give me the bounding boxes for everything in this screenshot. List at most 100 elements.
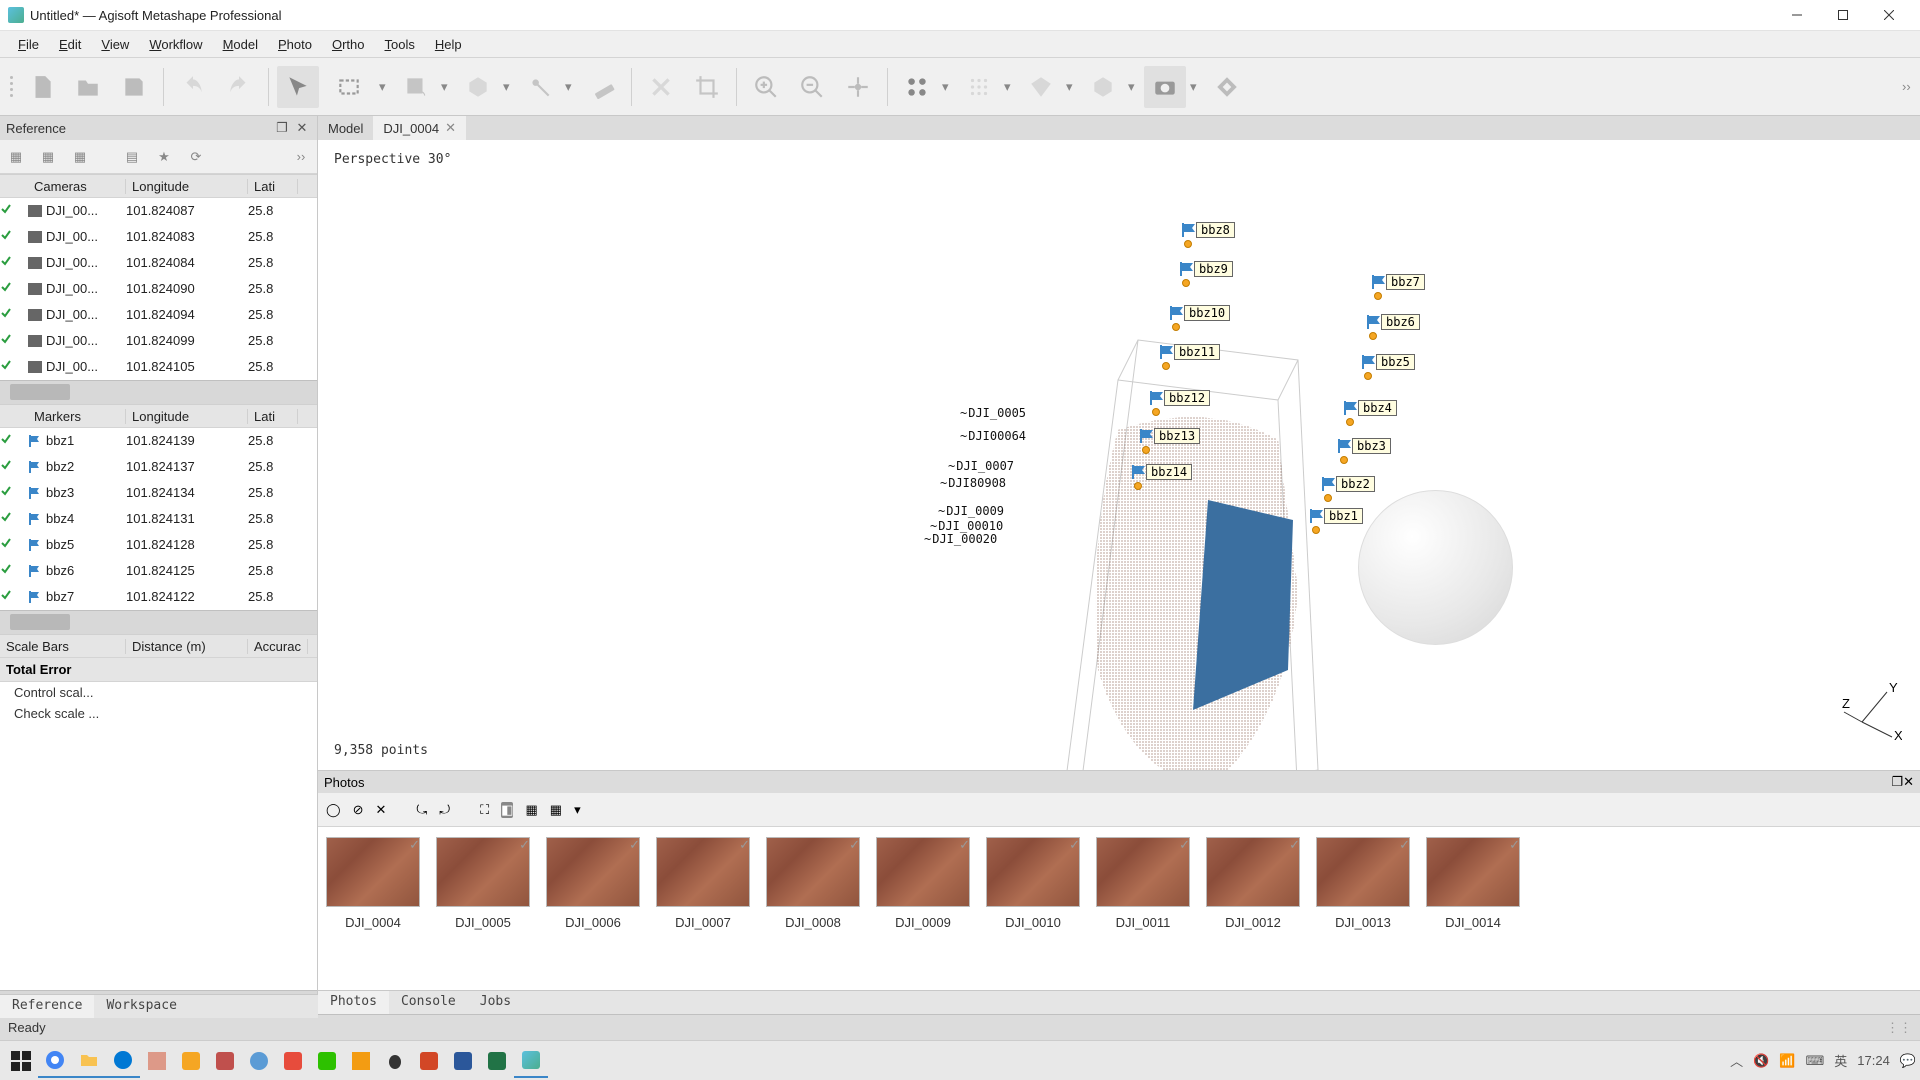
zoom-out-button[interactable] [791,66,833,108]
texture-view-button[interactable] [1082,66,1124,108]
col-latitude[interactable]: Lati [248,179,298,194]
viewport-marker[interactable]: bbz10 [1168,305,1230,321]
settings-ref-icon[interactable]: ▤ [122,147,142,167]
taskbar-app2-icon[interactable] [174,1044,208,1078]
open-file-button[interactable] [67,66,109,108]
taskbar-explorer-icon[interactable] [72,1044,106,1078]
marker-row[interactable]: bbz7101.82412225.8 [0,584,317,610]
photos-undock-icon[interactable]: ❐ [1891,774,1903,790]
rotate-left-icon[interactable]: ⤿ [416,802,427,818]
ruler-button[interactable] [519,66,561,108]
photo-thumb[interactable]: ✓DJI_0008 [766,837,860,930]
texture-drop[interactable]: ▾ [1128,79,1140,95]
pointcloud-view-button[interactable] [896,66,938,108]
tray-clock[interactable]: 17:24 [1857,1053,1890,1068]
photos-close-icon[interactable]: ✕ [1903,774,1914,790]
camera-row[interactable]: DJI_00...101.82410525.8 [0,354,317,380]
viewport-3d[interactable]: Perspective 30° 9,358 points XYZ [318,140,1920,770]
pointcloud-drop[interactable]: ▾ [942,79,954,95]
camera-row[interactable]: DJI_00...101.82408725.8 [0,198,317,224]
marker-row[interactable]: bbz4101.82413125.8 [0,506,317,532]
tray-wifi-icon[interactable]: 📶 [1779,1053,1795,1069]
taskbar-qq-icon[interactable] [378,1044,412,1078]
tray-ime[interactable]: 英 [1834,1051,1847,1070]
move-region-button[interactable] [395,66,437,108]
btab-reference[interactable]: Reference [0,995,94,1018]
menu-workflow[interactable]: Workflow [139,33,212,56]
control-scale-row[interactable]: Control scal... [0,682,317,703]
cameras-hscroll[interactable] [0,380,317,404]
camera-row[interactable]: DJI_00...101.82408325.8 [0,224,317,250]
undo-button[interactable] [172,66,214,108]
taskbar-app3-icon[interactable] [208,1044,242,1078]
photo-thumb[interactable]: ✓DJI_0005 [436,837,530,930]
photo-thumb[interactable]: ✓DJI_0010 [986,837,1080,930]
rect-select-drop[interactable]: ▾ [379,79,391,95]
menu-edit[interactable]: Edit [49,33,91,56]
rect-select-button[interactable] [323,66,375,108]
tray-keyboard-icon[interactable]: ⌨ [1805,1053,1824,1069]
new-file-button[interactable] [21,66,63,108]
thumb-size-icon[interactable]: ▦ [550,802,562,818]
taskbar-word-icon[interactable] [446,1044,480,1078]
tray-volume-icon[interactable]: 🔇 [1753,1053,1769,1069]
taskbar-app5-icon[interactable] [276,1044,310,1078]
toolbar-grip[interactable] [6,76,17,97]
crop-button[interactable] [686,66,728,108]
taskbar-app4-icon[interactable] [242,1044,276,1078]
viewport-marker[interactable]: bbz12 [1148,390,1210,406]
btab-workspace[interactable]: Workspace [94,995,188,1018]
disable-photo-icon[interactable]: ⊘ [353,802,364,818]
enable-photo-icon[interactable]: ◯ [326,802,341,818]
photo-thumb[interactable]: ✓DJI_0007 [656,837,750,930]
photo-thumb[interactable]: ✓DJI_0009 [876,837,970,930]
camera-row[interactable]: DJI_00...101.82409925.8 [0,328,317,354]
markers-hscroll[interactable] [0,610,317,634]
viewport-marker[interactable]: bbz4 [1342,400,1397,416]
col-scalebars[interactable]: Scale Bars [0,639,126,654]
taskbar-chrome-icon[interactable] [38,1044,72,1078]
menu-view[interactable]: View [91,33,139,56]
taskbar-app6-icon[interactable] [344,1044,378,1078]
cameras-view-button[interactable] [1144,66,1186,108]
viewport-marker[interactable]: bbz1 [1308,508,1363,524]
measure-button[interactable] [581,66,623,108]
viewport-marker[interactable]: bbz7 [1370,274,1425,290]
photo-thumb[interactable]: ✓DJI_0004 [326,837,420,930]
mesh-view-button[interactable] [1020,66,1062,108]
menu-ortho[interactable]: Ortho [322,33,375,56]
taskbar-metashape-icon[interactable] [514,1044,548,1078]
btab-console[interactable]: Console [389,991,468,1014]
toolbar-overflow[interactable]: ›› [1902,79,1914,94]
ruler-drop[interactable]: ▾ [565,79,577,95]
dense-drop[interactable]: ▾ [1004,79,1016,95]
viewport-marker[interactable]: bbz6 [1365,314,1420,330]
panel-undock-icon[interactable]: ❐ [273,119,291,137]
check-scale-row[interactable]: Check scale ... [0,703,317,724]
ref-overflow-icon[interactable]: ›› [291,147,311,167]
export-ref-icon[interactable]: ▦ [38,147,58,167]
marker-row[interactable]: bbz1101.82413925.8 [0,428,317,454]
btab-jobs[interactable]: Jobs [468,991,523,1014]
taskbar-ppt-icon[interactable] [412,1044,446,1078]
refresh-ref-icon[interactable]: ⟳ [186,147,206,167]
photo-thumb[interactable]: ✓DJI_0014 [1426,837,1520,930]
menu-tools[interactable]: Tools [375,33,425,56]
menu-model[interactable]: Model [213,33,268,56]
camera-row[interactable]: DJI_00...101.82408425.8 [0,250,317,276]
col-markers-lat[interactable]: Lati [248,409,298,424]
menu-file[interactable]: File [8,33,49,56]
taskbar-edge-icon[interactable] [106,1044,140,1078]
viewport-marker[interactable]: bbz9 [1178,261,1233,277]
tab-close-icon[interactable]: ✕ [445,120,456,136]
viewport-marker[interactable]: bbz3 [1336,438,1391,454]
marker-row[interactable]: bbz5101.82412825.8 [0,532,317,558]
col-markers-lon[interactable]: Longitude [126,409,248,424]
marker-row[interactable]: bbz6101.82412525.8 [0,558,317,584]
move-region-drop[interactable]: ▾ [441,79,453,95]
viewport-marker[interactable]: bbz13 [1138,428,1200,444]
markers-view-button[interactable] [1206,66,1248,108]
tab-dji0004[interactable]: DJI_0004✕ [373,116,466,140]
viewport-marker[interactable]: bbz8 [1180,222,1235,238]
delete-button[interactable] [640,66,682,108]
